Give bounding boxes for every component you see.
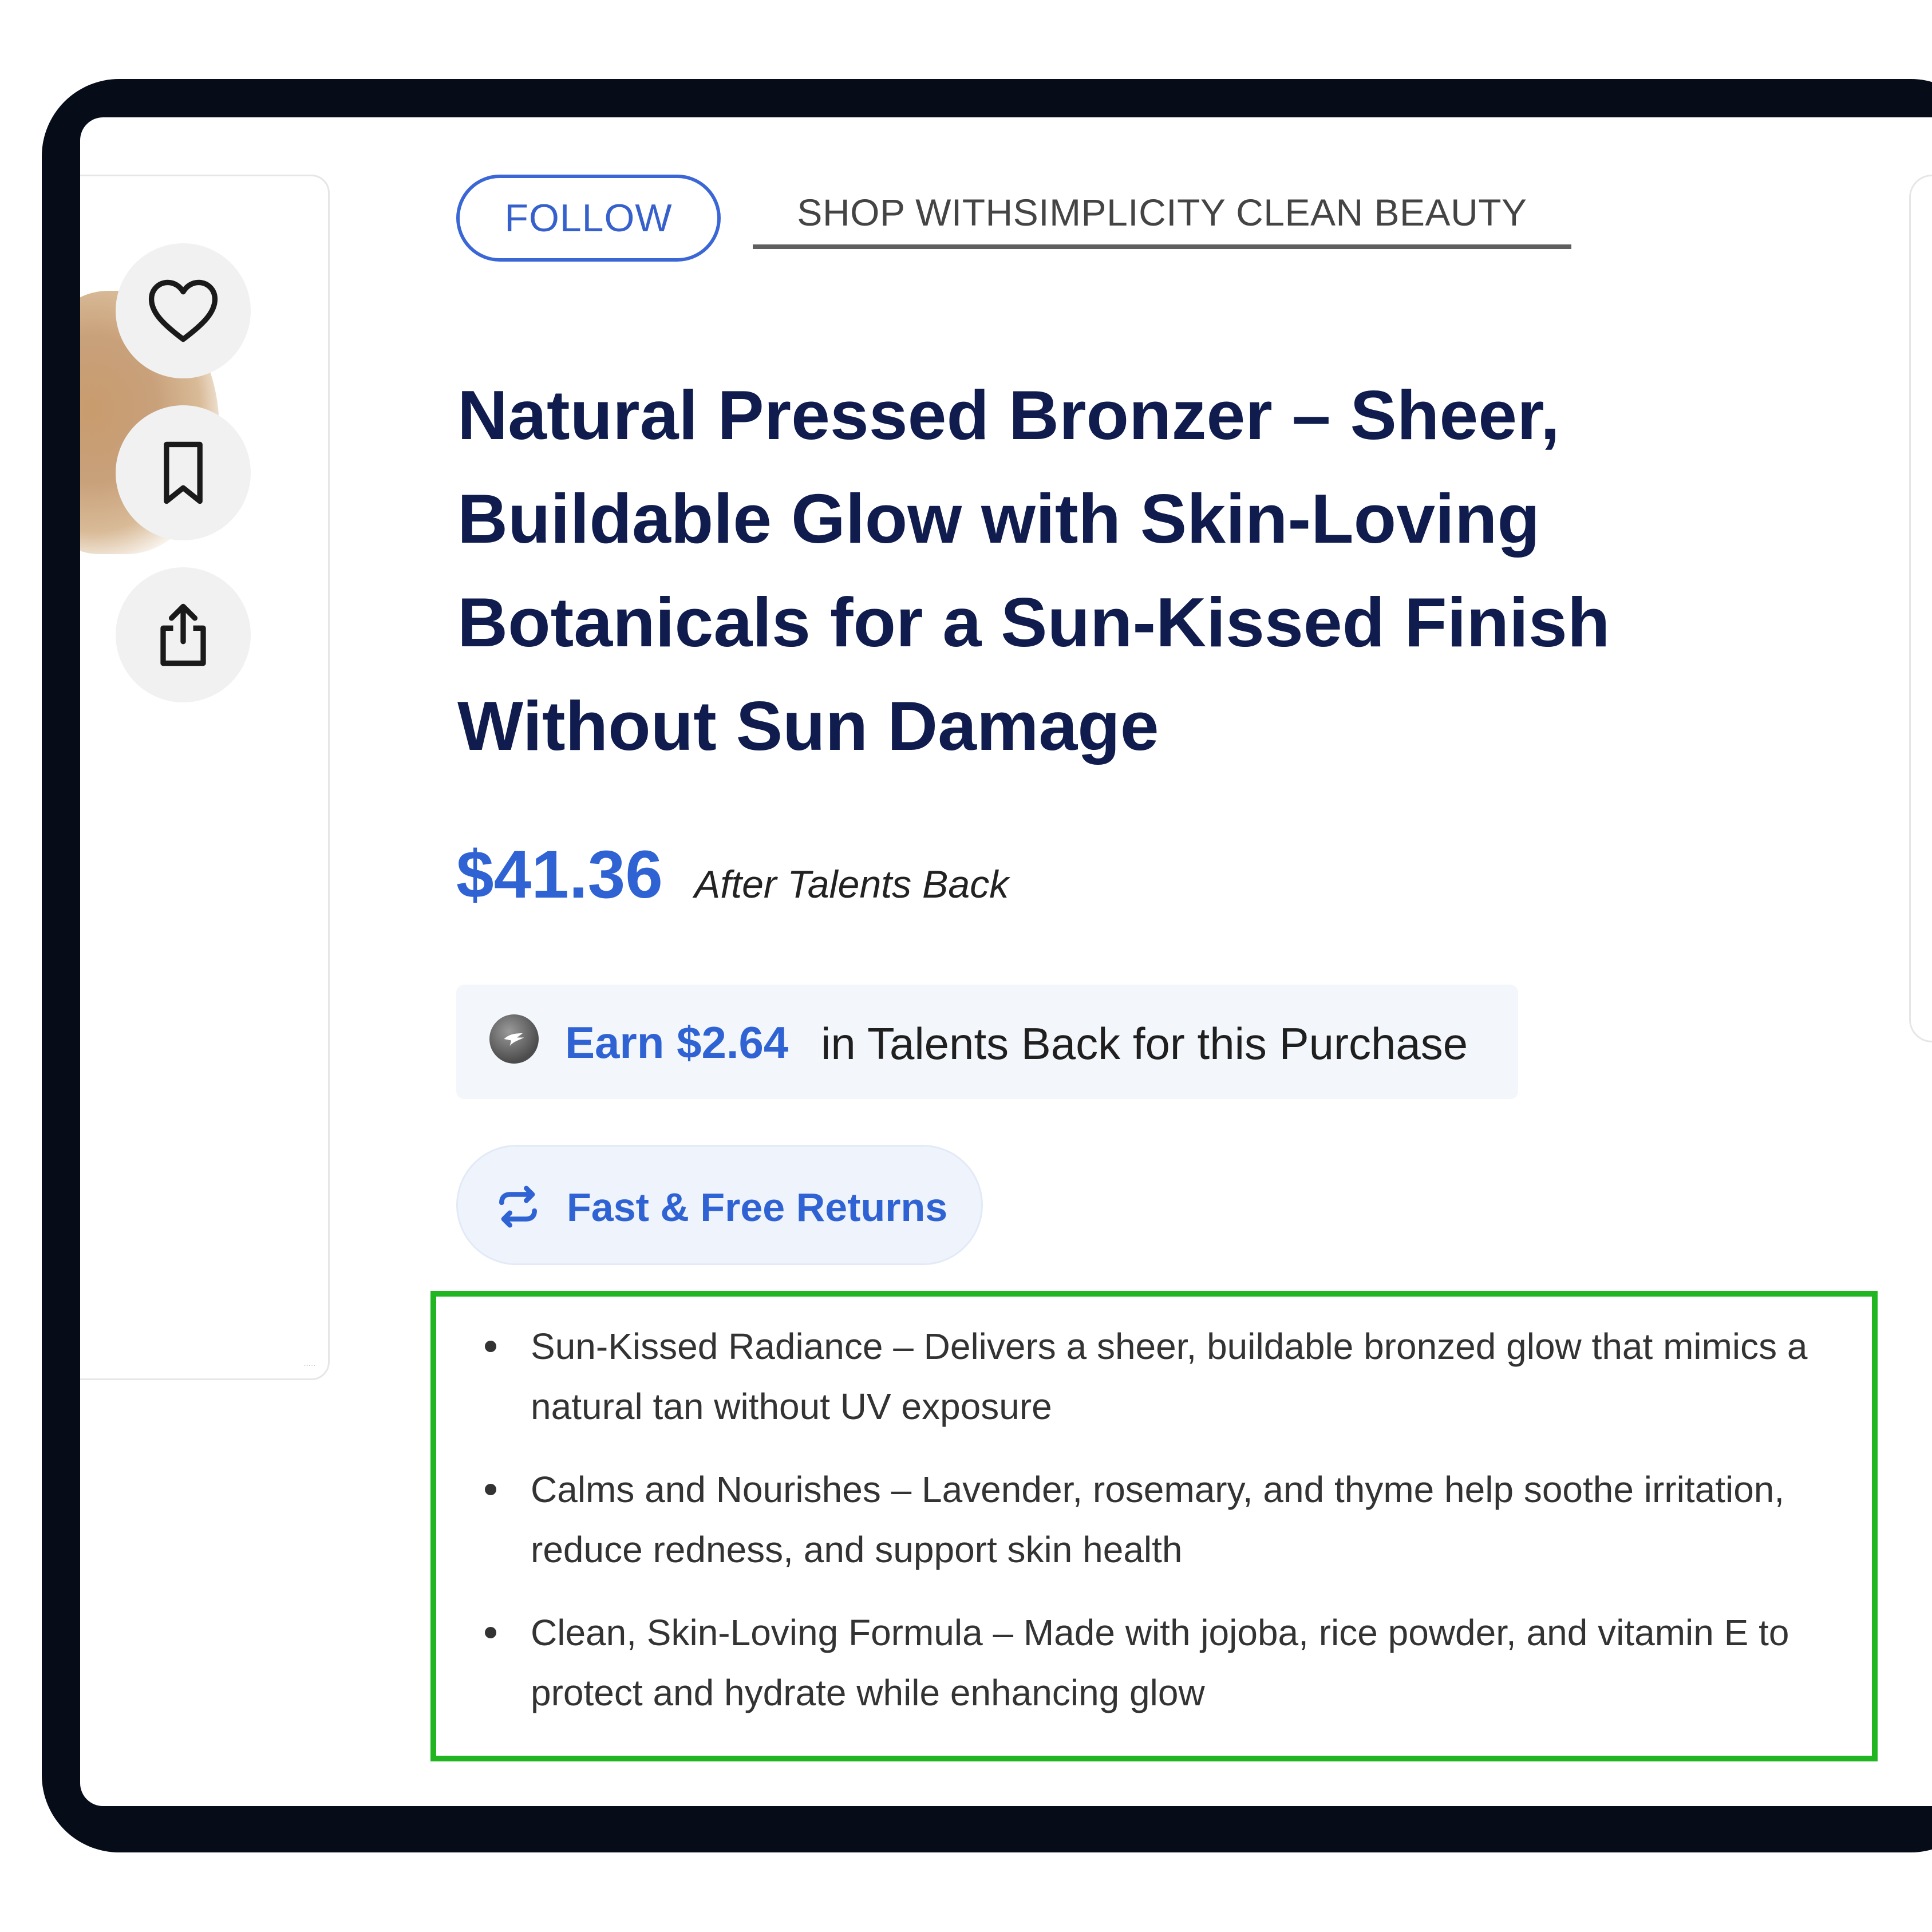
bookmark-icon: [164, 441, 203, 504]
product-screen: ······· FOLLOW SHOP WITHSIMPLICITY CLEAN…: [80, 117, 1932, 1806]
talents-coin-icon: [489, 1014, 539, 1064]
price-row: $41.36 After Talents Back: [456, 836, 1009, 914]
shop-link[interactable]: SHOP WITHSIMPLICITY CLEAN BEAUTY: [753, 180, 1571, 249]
returns-badge[interactable]: Fast & Free Returns: [456, 1145, 983, 1265]
price: $41.36: [456, 837, 663, 912]
earn-description: in Talents Back for this Purchase: [821, 1018, 1468, 1069]
favorite-button[interactable]: [116, 243, 251, 378]
product-title: Natural Pressed Bronzer – Sheer, Buildab…: [457, 376, 1610, 765]
feature-item: Calms and Nourishes – Lavender, rosemary…: [436, 1460, 1867, 1580]
save-button[interactable]: [116, 405, 251, 540]
image-watermark: ·······: [303, 1362, 315, 1368]
share-icon: [160, 603, 206, 666]
follow-button[interactable]: FOLLOW: [456, 175, 721, 262]
returns-label: Fast & Free Returns: [567, 1185, 948, 1230]
price-note: After Talents Back: [694, 863, 1009, 906]
feature-highlight-box: Sun-Kissed Radiance – Delivers a sheer, …: [430, 1291, 1878, 1761]
feature-item: Clean, Skin-Loving Formula – Made with j…: [436, 1603, 1867, 1723]
heart-icon: [148, 279, 218, 342]
returns-arrows-icon: [499, 1186, 537, 1228]
share-button[interactable]: [116, 567, 251, 702]
adjacent-card: [1909, 175, 1932, 1042]
feature-list: Sun-Kissed Radiance – Delivers a sheer, …: [436, 1317, 1867, 1746]
talents-back-banner: Earn $2.64 in Talents Back for this Purc…: [456, 985, 1518, 1099]
earn-amount: Earn $2.64: [565, 1017, 789, 1068]
feature-item: Sun-Kissed Radiance – Delivers a sheer, …: [436, 1317, 1867, 1437]
